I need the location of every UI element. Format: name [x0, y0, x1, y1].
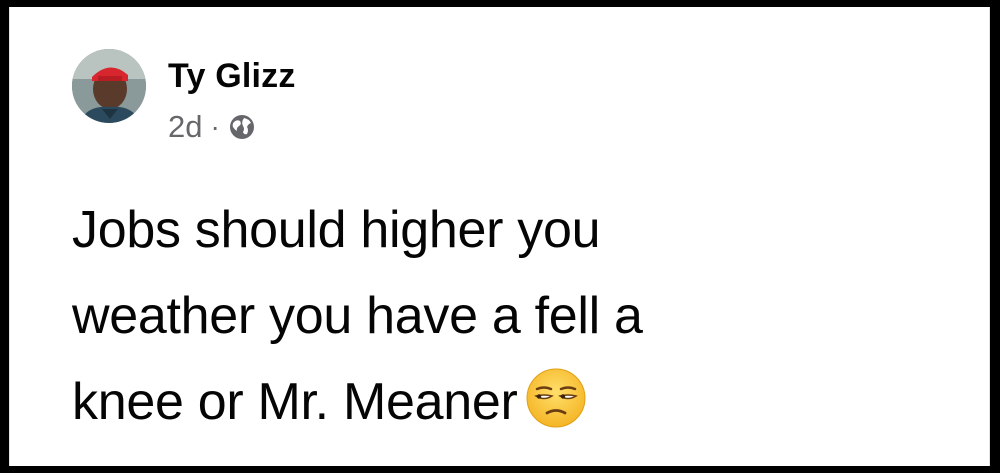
screenshot-frame: Ty Glizz 2d · Jobs should higher you wea…	[0, 0, 1000, 473]
post-body-text: Jobs should higher you weather you have …	[72, 187, 952, 445]
author-name-link[interactable]: Ty Glizz	[168, 57, 296, 96]
post-text-line: weather you have a fell a	[72, 287, 643, 345]
post-text-line: Jobs should higher you	[72, 201, 601, 259]
avatar-image	[72, 49, 146, 123]
avatar[interactable]	[72, 49, 146, 123]
post-card: Ty Glizz 2d · Jobs should higher you wea…	[9, 7, 990, 466]
post-text-line-content: knee or Mr. Meaner	[72, 373, 518, 431]
meta-separator: ·	[210, 111, 220, 142]
post-text-line-last: knee or Mr. Meaner	[72, 359, 952, 445]
post-timestamp[interactable]: 2d	[168, 109, 202, 145]
unamused-face-emoji-icon	[525, 367, 587, 429]
post-meta: 2d ·	[168, 109, 256, 145]
globe-icon[interactable]	[228, 113, 256, 141]
